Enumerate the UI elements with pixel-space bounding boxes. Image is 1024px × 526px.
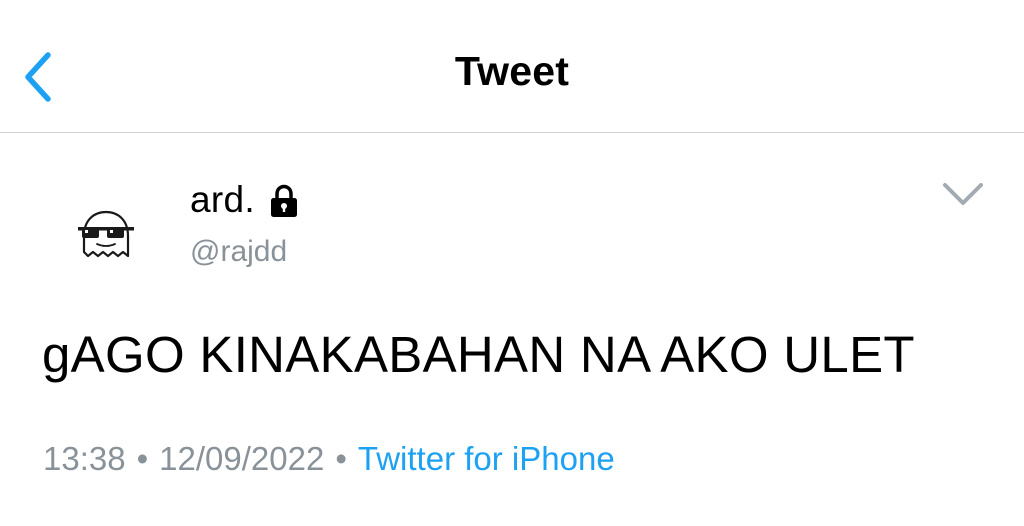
chevron-down-icon <box>943 183 983 205</box>
avatar[interactable] <box>70 198 142 270</box>
meta-separator: • <box>136 440 149 477</box>
page-title: Tweet <box>454 48 570 94</box>
navigation-bar: Tweet <box>0 0 1024 133</box>
meta-separator: • <box>335 440 347 477</box>
ghost-avatar-icon <box>78 210 134 258</box>
display-name[interactable]: ard. <box>190 179 255 221</box>
tweet-meta: 13:38 • 12/09/2022 • Twitter for iPhone <box>43 440 615 478</box>
tweet-time: 13:38 <box>43 440 126 477</box>
user-handle[interactable]: @rajdd <box>190 235 287 269</box>
lock-icon <box>268 184 300 218</box>
tweet-source-link[interactable]: Twitter for iPhone <box>358 440 615 477</box>
tweet-menu-button[interactable] <box>940 178 986 210</box>
tweet-detail-screen: Tweet ard. @rajdd gAGO KINAKABAHAN NA AK… <box>0 0 1024 526</box>
tweet-date: 12/09/2022 <box>159 440 325 477</box>
tweet-text: gAGO KINAKABAHAN NA AKO ULET <box>42 326 915 383</box>
